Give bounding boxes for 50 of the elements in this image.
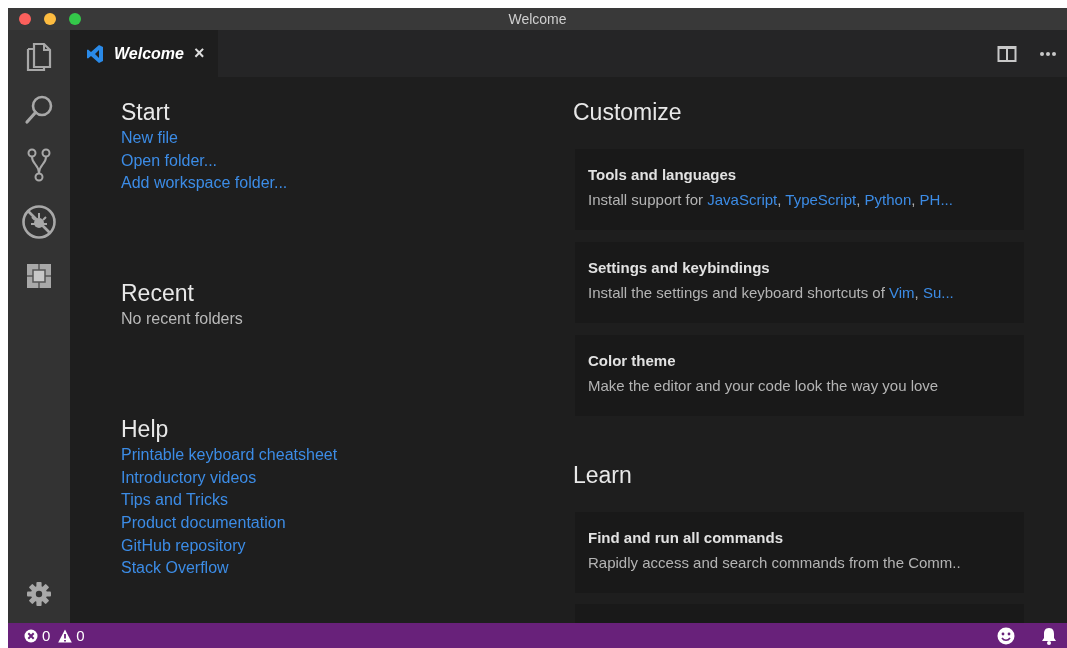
card-description: Make the editor and your code look the way you love [588,376,939,396]
section-heading: Customize [573,98,682,127]
link[interactable]: New file [121,127,178,150]
error-count[interactable]: 0 [42,627,51,644]
link[interactable]: Su... [922,284,954,301]
section-heading: Help [121,414,169,444]
empty-message: No recent folders [121,309,243,330]
card-description: Install the settings and keyboard shortcuts of Vim, Su... [588,283,954,303]
section-heading: Learn [573,461,632,490]
card-description: Install support for JavaScript, TypeScript, Python, PH... [588,190,953,210]
warning-icon[interactable] [58,628,73,643]
welcome-card[interactable]: Find and run all commands Rapidly access and search commands from the Comm.. [575,512,1024,593]
link[interactable]: Printable keyboard cheatsheet [121,443,338,467]
smiley-icon[interactable] [997,626,1015,645]
minimize-window-button[interactable] [44,13,56,25]
welcome-card[interactable]: Tools and languages Install support for JavaScript, TypeScript, Python, PH... [575,149,1024,230]
link[interactable]: Tips and Tricks [121,489,228,512]
card-title: Tools and languages [588,165,737,185]
link[interactable]: Introductory videos [121,466,257,490]
maximize-window-button[interactable] [69,13,81,25]
welcome-tab[interactable]: Welcome × [70,30,218,77]
card-description: Rapidly access and search commands from the Comm.. [588,553,961,573]
files-icon[interactable] [25,42,53,72]
error-icon[interactable] [24,628,38,643]
link[interactable]: Stack Overflow [121,557,229,581]
debug-icon[interactable] [21,204,57,240]
card-title: Color theme [588,351,676,371]
split-editor-icon[interactable] [997,44,1017,63]
card-title: Find and run all commands [588,528,784,548]
link[interactable]: Open folder... [121,149,218,173]
logo-icon [86,43,104,64]
extensions-icon[interactable] [25,262,53,290]
welcome-card[interactable]: Settings and keybindings Install the settings and keyboard shortcuts of Vim, Su... [575,242,1024,323]
section-heading: Recent [121,279,194,309]
more-actions-icon[interactable] [1039,50,1057,57]
section-heading: Start [121,98,170,127]
search-icon[interactable] [24,94,54,126]
link[interactable]: GitHub repository [121,534,246,558]
bell-icon[interactable] [1041,626,1057,645]
welcome-card[interactable]: Color theme Make the editor and your code look the way you love [575,335,1024,416]
close-tab-button[interactable]: × [193,43,205,64]
link[interactable]: Product documentation [121,511,286,535]
source-control-icon[interactable] [27,148,51,182]
warning-count[interactable]: 0 [76,627,85,644]
link[interactable]: Add workspace folder... [121,172,288,196]
window-title: Welcome [508,11,567,27]
close-window-button[interactable] [19,13,31,25]
link[interactable]: Vim [889,284,915,301]
card-title: Settings and keybindings [588,258,770,278]
link[interactable]: PH... [919,191,953,208]
